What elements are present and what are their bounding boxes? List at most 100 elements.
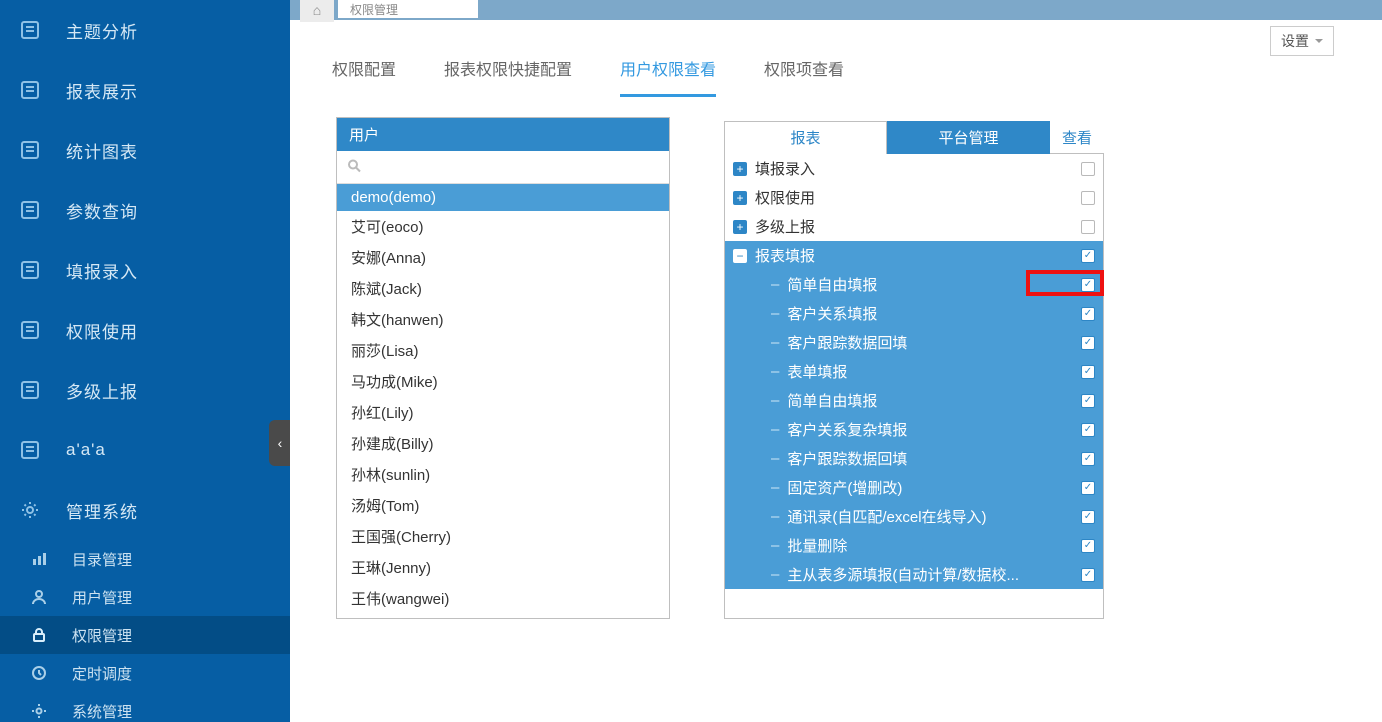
- tree-child-row[interactable]: –简单自由填报: [725, 270, 1103, 299]
- user-item[interactable]: 丽莎(Lisa): [337, 335, 669, 366]
- user-item[interactable]: 王国强(Cherry): [337, 521, 669, 552]
- checkbox[interactable]: [1081, 336, 1095, 350]
- user-item[interactable]: 艾可(eoco): [337, 211, 669, 242]
- checkbox[interactable]: [1081, 162, 1095, 176]
- checkbox[interactable]: [1081, 394, 1095, 408]
- checkbox[interactable]: [1081, 278, 1095, 292]
- sidebar-item-label: 参数查询: [66, 198, 138, 223]
- user-item[interactable]: 孙建成(Billy): [337, 428, 669, 459]
- sidebar-item-perm-use[interactable]: 权限使用: [0, 300, 290, 360]
- tree-label: 客户跟踪数据回填: [787, 448, 1081, 469]
- checkbox[interactable]: [1081, 307, 1095, 321]
- sidebar-sub-label: 目录管理: [72, 549, 132, 570]
- checkbox[interactable]: [1081, 510, 1095, 524]
- tab-perm-item-view[interactable]: 权限项查看: [764, 50, 844, 97]
- tree-child-row[interactable]: –客户关系复杂填报: [725, 415, 1103, 444]
- tree-branch-icon: –: [771, 305, 779, 322]
- tab-perm-config[interactable]: 权限配置: [332, 50, 396, 97]
- user-item[interactable]: 孙林(sunlin): [337, 459, 669, 490]
- sidebar-sub-label: 定时调度: [72, 663, 132, 684]
- doc-icon: [20, 260, 40, 280]
- checkbox[interactable]: [1081, 568, 1095, 582]
- user-item[interactable]: 王伟(wangwei): [337, 583, 669, 614]
- tab-label: 权限配置: [332, 62, 396, 79]
- tree-branch-icon: –: [771, 566, 779, 583]
- tree-label: 填报录入: [755, 158, 1081, 179]
- main: ⌂ 权限管理 设置 权限配置 报表权限快捷配置 用户权限查看 权限项查看 用户: [290, 0, 1382, 722]
- tree-label: 客户跟踪数据回填: [787, 332, 1081, 353]
- sidebar-sub-system-mgmt[interactable]: 系统管理: [0, 692, 290, 722]
- tree-child-row[interactable]: –主从表多源填报(自动计算/数据校...: [725, 560, 1103, 589]
- user-item[interactable]: 孙红(Lily): [337, 397, 669, 428]
- sidebar-item-stat-chart[interactable]: 统计图表: [0, 120, 290, 180]
- sidebar-collapse-handle[interactable]: ‹: [269, 420, 290, 466]
- tree-label: 报表填报: [755, 245, 1081, 266]
- sidebar-sub-user-mgmt[interactable]: 用户管理: [0, 578, 290, 616]
- expand-icon[interactable]: +: [733, 220, 747, 234]
- tree-label: 简单自由填报: [787, 390, 1081, 411]
- user-item[interactable]: 王琳(Jenny): [337, 552, 669, 583]
- expand-icon[interactable]: +: [733, 191, 747, 205]
- perm-tab-platform[interactable]: 平台管理: [887, 121, 1050, 154]
- tree-label: 客户关系填报: [787, 303, 1081, 324]
- user-item[interactable]: 韩文(hanwen): [337, 304, 669, 335]
- checkbox[interactable]: [1081, 481, 1095, 495]
- sidebar-item-label: 管理系统: [66, 498, 138, 523]
- tree-row[interactable]: + 填报录入: [725, 154, 1103, 183]
- tree-branch-icon: –: [771, 537, 779, 554]
- sidebar-item-report-display[interactable]: 报表展示: [0, 60, 290, 120]
- doc-icon: [20, 440, 40, 460]
- sidebar-item-aaa[interactable]: a'a'a: [0, 420, 290, 480]
- perm-view-link[interactable]: 查看: [1050, 121, 1104, 154]
- tab-report-perm-quick[interactable]: 报表权限快捷配置: [444, 50, 572, 97]
- tree-child-row[interactable]: –客户关系填报: [725, 299, 1103, 328]
- sidebar-item-multi-report[interactable]: 多级上报: [0, 360, 290, 420]
- tree-row[interactable]: +权限使用: [725, 183, 1103, 212]
- expand-icon[interactable]: +: [733, 162, 747, 176]
- tree-child-row[interactable]: –客户跟踪数据回填: [725, 328, 1103, 357]
- sidebar-item-theme-analysis[interactable]: 主题分析: [0, 0, 290, 60]
- user-item[interactable]: demo(demo): [337, 184, 669, 211]
- topbar-tab[interactable]: 权限管理: [338, 0, 478, 18]
- collapse-icon[interactable]: −: [733, 249, 747, 263]
- perm-tree[interactable]: ++填报录入+权限使用+多级上报−报表填报–简单自由填报–客户关系填报–客户跟踪…: [725, 154, 1103, 618]
- tree-group-row[interactable]: −报表填报: [725, 241, 1103, 270]
- chart-icon: [30, 550, 48, 568]
- user-item[interactable]: 安娜(Anna): [337, 242, 669, 273]
- caret-down-icon: [1315, 39, 1323, 43]
- checkbox[interactable]: [1081, 220, 1095, 234]
- user-item[interactable]: 陈斌(Jack): [337, 273, 669, 304]
- tree-label: 客户关系复杂填报: [787, 419, 1081, 440]
- user-item[interactable]: 马功成(Mike): [337, 366, 669, 397]
- perm-tab-report[interactable]: 报表: [724, 121, 887, 154]
- sidebar-sub-schedule[interactable]: 定时调度: [0, 654, 290, 692]
- home-button[interactable]: ⌂: [300, 0, 334, 22]
- tree-child-row[interactable]: –表单填报: [725, 357, 1103, 386]
- checkbox[interactable]: [1081, 452, 1095, 466]
- tree-child-row[interactable]: –客户跟踪数据回填: [725, 444, 1103, 473]
- sidebar-sub-perm-mgmt[interactable]: 权限管理: [0, 616, 290, 654]
- tree-child-row[interactable]: –简单自由填报: [725, 386, 1103, 415]
- tree-child-row[interactable]: –固定资产(增删改): [725, 473, 1103, 502]
- tab-user-perm-view[interactable]: 用户权限查看: [620, 50, 716, 97]
- tree-label: 多级上报: [755, 216, 1081, 237]
- user-item[interactable]: 汤姆(Tom): [337, 490, 669, 521]
- user-list[interactable]: demo(demo)艾可(eoco)安娜(Anna)陈斌(Jack)韩文(han…: [337, 184, 669, 618]
- sidebar-item-param-query[interactable]: 参数查询: [0, 180, 290, 240]
- tree-child-row[interactable]: –通讯录(自匹配/excel在线导入): [725, 502, 1103, 531]
- settings-button[interactable]: 设置: [1270, 26, 1334, 56]
- sidebar-item-label: 填报录入: [66, 258, 138, 283]
- checkbox[interactable]: [1081, 365, 1095, 379]
- checkbox[interactable]: [1081, 423, 1095, 437]
- checkbox[interactable]: [1081, 191, 1095, 205]
- sidebar-sub-catalog-mgmt[interactable]: 目录管理: [0, 540, 290, 578]
- tree-child-row[interactable]: –批量删除: [725, 531, 1103, 560]
- tree-branch-icon: –: [771, 276, 779, 293]
- sidebar-item-admin-system[interactable]: 管理系统: [0, 480, 290, 540]
- sidebar-item-fill-entry[interactable]: 填报录入: [0, 240, 290, 300]
- checkbox[interactable]: [1081, 539, 1095, 553]
- user-search-input[interactable]: [345, 155, 661, 179]
- perm-panel: 报表 平台管理 查看 ++填报录入+权限使用+多级上报−报表填报–简单自由填报–…: [724, 153, 1104, 619]
- tree-row[interactable]: + 多级上报: [725, 212, 1103, 241]
- checkbox[interactable]: [1081, 249, 1095, 263]
